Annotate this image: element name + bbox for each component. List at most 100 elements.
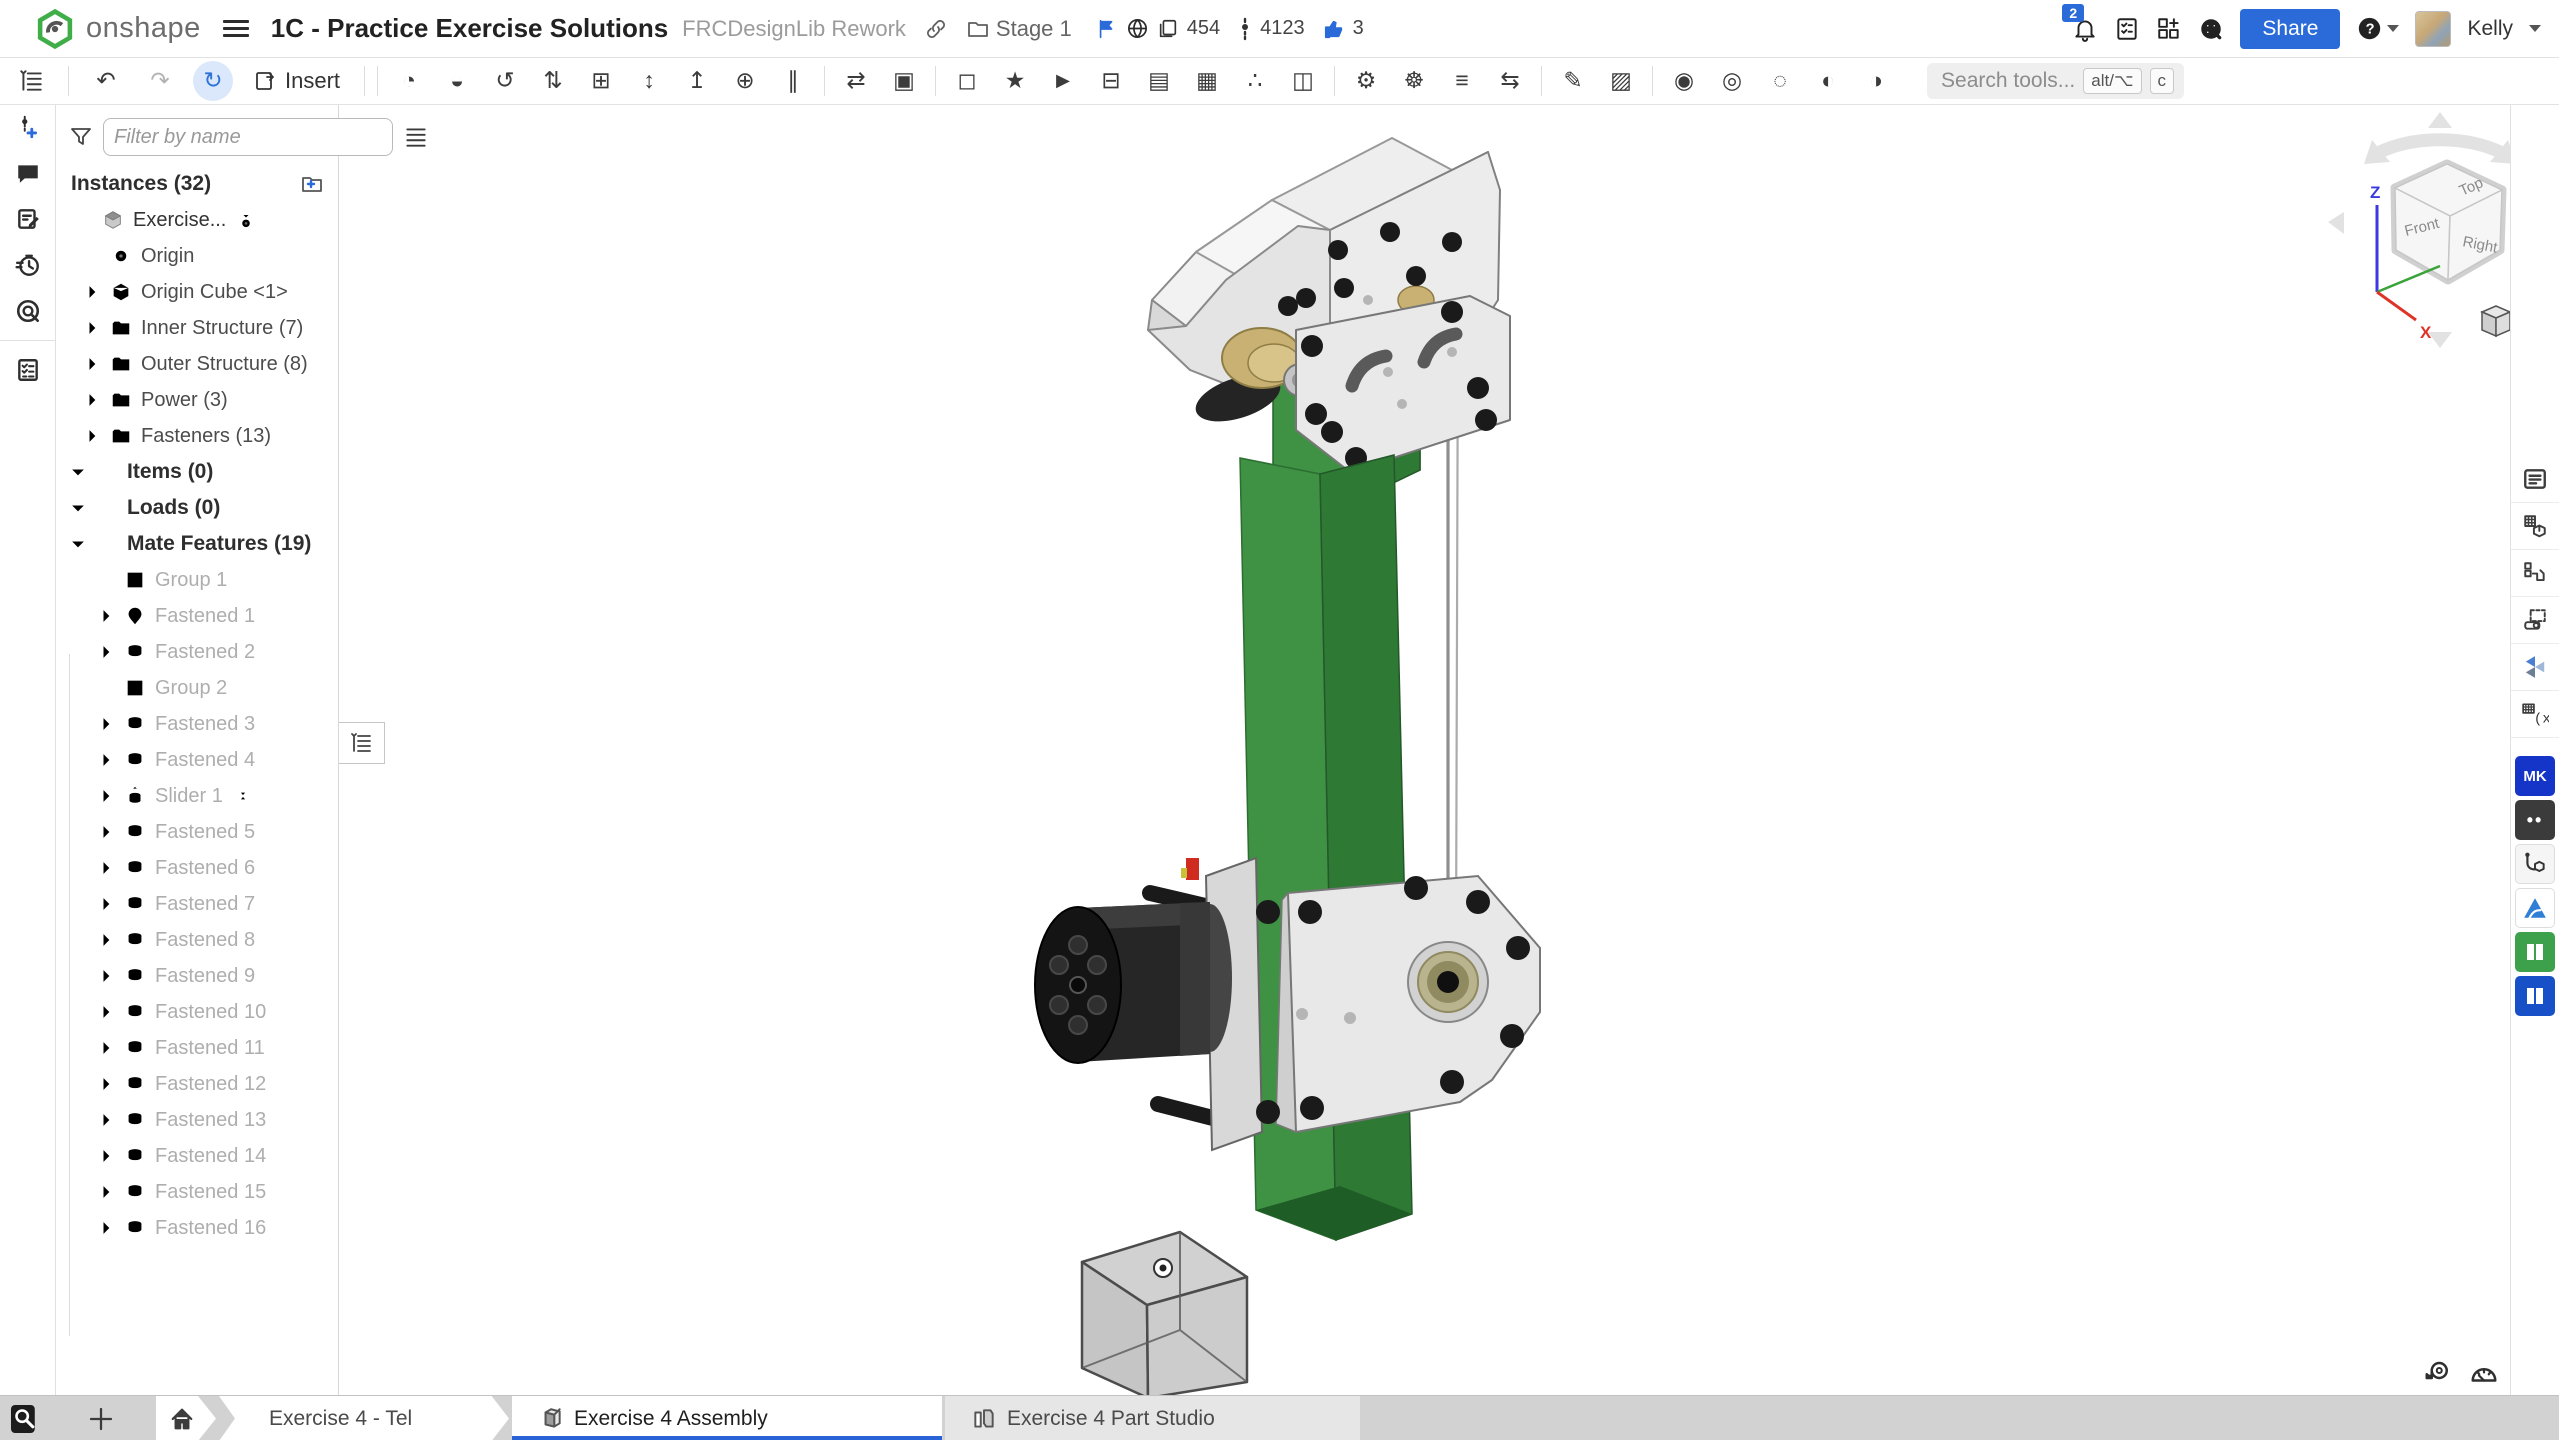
- create-version-icon[interactable]: [0, 104, 55, 150]
- model-carriage[interactable]: [1148, 138, 1510, 472]
- public-globe-icon[interactable]: [1126, 17, 1149, 40]
- collapse-view-icon[interactable]: ◌: [1759, 61, 1801, 101]
- app-version-graph[interactable]: [2515, 844, 2555, 884]
- tree-row-slider-1[interactable]: Slider 1: [55, 778, 338, 814]
- add-folder-icon[interactable]: [300, 172, 324, 196]
- tree-row-fastened-12[interactable]: Fastened 12: [55, 1066, 338, 1102]
- tree-row-root-assembly[interactable]: Exercise...: [55, 202, 338, 238]
- tree-section-mate-features[interactable]: Mate Features (19): [55, 526, 338, 562]
- tree-row-fastened-14[interactable]: Fastened 14: [55, 1138, 338, 1174]
- tab-exercise-4-assembly[interactable]: Exercise 4 Assembly: [512, 1396, 942, 1440]
- chev-right-icon[interactable]: [91, 966, 121, 986]
- usage-count-icon[interactable]: [1238, 17, 1252, 41]
- copies-count-icon[interactable]: [1157, 18, 1179, 40]
- app-docs-blue[interactable]: [2515, 976, 2555, 1016]
- bom-edit-icon[interactable]: ✎: [1552, 61, 1594, 101]
- search-tools[interactable]: Search tools... alt/⌥ c: [1927, 63, 2184, 99]
- tree-row-inner-structure[interactable]: Inner Structure (7): [55, 310, 338, 346]
- history-icon[interactable]: [0, 242, 55, 288]
- tree-row-fastened-8[interactable]: Fastened 8: [55, 922, 338, 958]
- tree-row-fastened-5[interactable]: Fastened 5: [55, 814, 338, 850]
- tab-exercise-4-tel[interactable]: Exercise 4 - Tel: [219, 1396, 509, 1440]
- tasks-checklist-icon[interactable]: [0, 347, 55, 393]
- chev-right-icon[interactable]: [91, 1074, 121, 1094]
- custom-features-icon[interactable]: (x): [2511, 691, 2559, 738]
- tasks-icon[interactable]: [2114, 16, 2140, 42]
- tree-row-fastened-6[interactable]: Fastened 6: [55, 850, 338, 886]
- slider-mate-icon[interactable]: ⇅: [532, 61, 574, 101]
- chev-down-icon[interactable]: [63, 534, 93, 554]
- chev-right-icon[interactable]: [91, 1110, 121, 1130]
- panel-collapse-handle[interactable]: [338, 722, 385, 764]
- gear-relation-icon[interactable]: ⚙: [1345, 61, 1387, 101]
- redo-button[interactable]: ↷: [139, 61, 181, 101]
- panel-list-icon[interactable]: [2511, 456, 2559, 503]
- compare-icon[interactable]: ▨: [1600, 61, 1642, 101]
- mate-connector-icon[interactable]: ◔: [388, 61, 430, 101]
- chev-right-icon[interactable]: [91, 786, 121, 806]
- chev-right-icon[interactable]: [91, 1002, 121, 1022]
- main-menu-icon[interactable]: [223, 20, 249, 38]
- chev-right-icon[interactable]: [91, 1146, 121, 1166]
- release-flag-icon[interactable]: [1096, 18, 1118, 40]
- chain-relation-icon[interactable]: ☸: [1393, 61, 1435, 101]
- chev-down-icon[interactable]: [63, 498, 93, 518]
- breadcrumb-folder[interactable]: Stage 1: [996, 16, 1072, 42]
- chev-right-icon[interactable]: [91, 1182, 121, 1202]
- filter-by-name-input[interactable]: [103, 118, 393, 156]
- filter-icon[interactable]: [69, 125, 93, 149]
- user-menu-chevron-icon[interactable]: [2529, 25, 2541, 32]
- model-viewport[interactable]: [0, 0, 2559, 1440]
- tree-row-group-2[interactable]: Group 2: [55, 670, 338, 706]
- chev-right-icon[interactable]: [91, 894, 121, 914]
- tree-row-fastened-15[interactable]: Fastened 15: [55, 1174, 338, 1210]
- revolute-mate-icon[interactable]: ↺: [484, 61, 526, 101]
- tree-row-power[interactable]: Power (3): [55, 382, 338, 418]
- chev-right-icon[interactable]: [91, 606, 121, 626]
- model-motor[interactable]: [1035, 858, 1262, 1150]
- list-view-toggle-icon[interactable]: [403, 124, 429, 150]
- user-avatar[interactable]: [2415, 11, 2451, 47]
- ball-mate-icon[interactable]: ⊕: [724, 61, 766, 101]
- tree-row-fastened-9[interactable]: Fastened 9: [55, 958, 338, 994]
- chev-down-icon[interactable]: [63, 462, 93, 482]
- tree-row-outer-structure[interactable]: Outer Structure (8): [55, 346, 338, 382]
- chev-right-icon[interactable]: [77, 318, 107, 338]
- cylindrical-mate-icon[interactable]: ↕: [628, 61, 670, 101]
- tree-row-origin[interactable]: Origin: [55, 238, 338, 274]
- linear-pattern-icon[interactable]: ▤: [1138, 61, 1180, 101]
- undo-button[interactable]: ↶: [85, 61, 127, 101]
- help-menu[interactable]: ?: [2356, 15, 2399, 42]
- chev-right-icon[interactable]: [77, 426, 107, 446]
- protractor-icon[interactable]: [2469, 1358, 2499, 1388]
- app-robot[interactable]: ••: [2515, 800, 2555, 840]
- share-link-icon[interactable]: [924, 17, 948, 41]
- tree-row-fastened-7[interactable]: Fastened 7: [55, 886, 338, 922]
- chev-right-icon[interactable]: [91, 1038, 121, 1058]
- replicate-icon[interactable]: ⊟: [1090, 61, 1132, 101]
- tree-row-fastened-2[interactable]: Fastened 2: [55, 634, 338, 670]
- bom-table-icon[interactable]: [2511, 503, 2559, 550]
- selection-frame-icon[interactable]: ◻: [946, 61, 988, 101]
- circular-pattern-icon[interactable]: ▦: [1186, 61, 1228, 101]
- user-name[interactable]: Kelly: [2467, 17, 2513, 41]
- pin-slot-mate-icon[interactable]: ↥: [676, 61, 718, 101]
- tree-row-origin-cube[interactable]: Origin Cube <1>: [55, 274, 338, 310]
- snap-mode-icon[interactable]: ★: [994, 61, 1036, 101]
- model-gearbox[interactable]: [1256, 876, 1540, 1132]
- search-documents-icon[interactable]: [8, 1402, 42, 1436]
- group-icon[interactable]: ▣: [883, 61, 925, 101]
- comments-icon[interactable]: [0, 150, 55, 196]
- likes-icon[interactable]: [1323, 18, 1345, 40]
- tree-row-fastened-13[interactable]: Fastened 13: [55, 1102, 338, 1138]
- appearance-pinwheel-icon[interactable]: [2511, 644, 2559, 691]
- app-store-icon[interactable]: [2156, 16, 2182, 42]
- tree-row-fasteners[interactable]: Fasteners (13): [55, 418, 338, 454]
- configurations-icon[interactable]: [2511, 550, 2559, 597]
- mirror-icon[interactable]: ◫: [1282, 61, 1324, 101]
- app-triangle[interactable]: [2515, 888, 2555, 928]
- chev-right-icon[interactable]: [77, 354, 107, 374]
- tree-row-fastened-1[interactable]: Fastened 1: [55, 598, 338, 634]
- feature-list-toggle[interactable]: [10, 61, 52, 101]
- tree-section-loads[interactable]: Loads (0): [55, 490, 338, 526]
